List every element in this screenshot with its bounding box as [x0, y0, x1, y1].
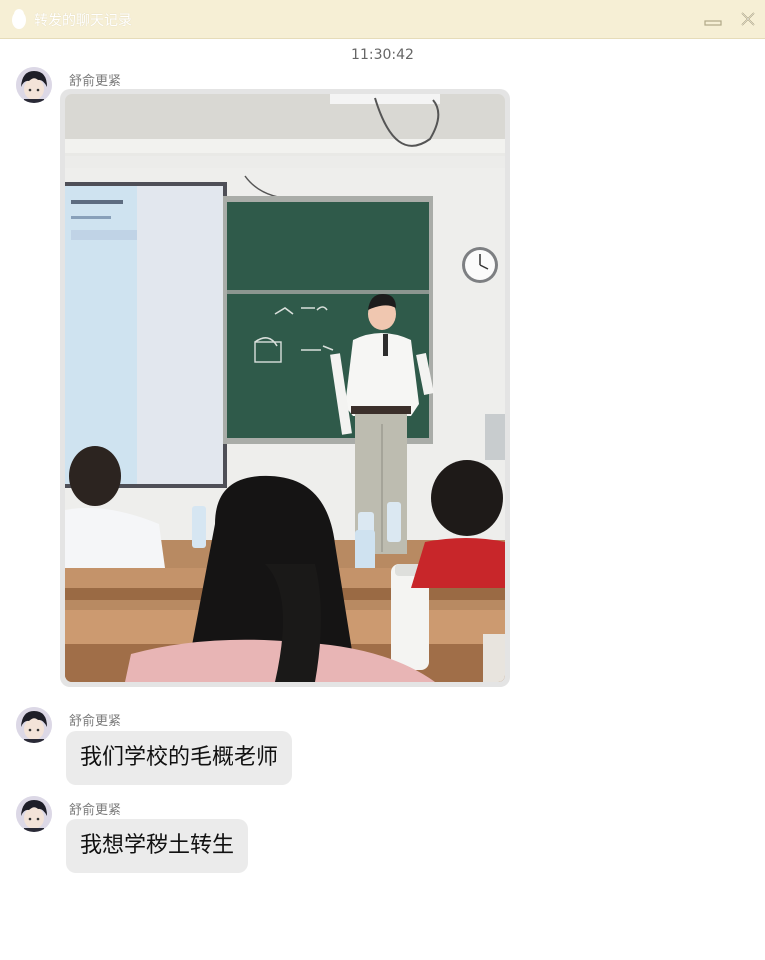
minimize-icon[interactable]	[704, 13, 722, 27]
sender-name: 舒俞更紧	[69, 74, 122, 89]
penguin-icon	[12, 9, 26, 29]
sender-avatar[interactable]	[16, 707, 52, 743]
anime-boy-avatar-icon	[16, 67, 52, 103]
text-message-bubble[interactable]: 我们学校的毛概老师	[66, 731, 293, 785]
sender-name: 舒俞更紧	[69, 803, 122, 818]
close-icon[interactable]	[740, 11, 756, 27]
classroom-photo[interactable]	[65, 94, 505, 682]
title-bar: 转发的聊天记录	[0, 0, 765, 39]
anime-boy-avatar-icon	[16, 796, 52, 832]
text-message-bubble[interactable]: 我想学秽土转生	[66, 819, 249, 873]
sender-avatar[interactable]	[16, 796, 52, 832]
sender-avatar[interactable]	[16, 67, 52, 103]
sender-name: 舒俞更紧	[69, 714, 122, 729]
anime-boy-avatar-icon	[16, 707, 52, 743]
message-timestamp: 11:30:42	[351, 47, 414, 63]
window-title: 转发的聊天记录	[34, 13, 132, 29]
